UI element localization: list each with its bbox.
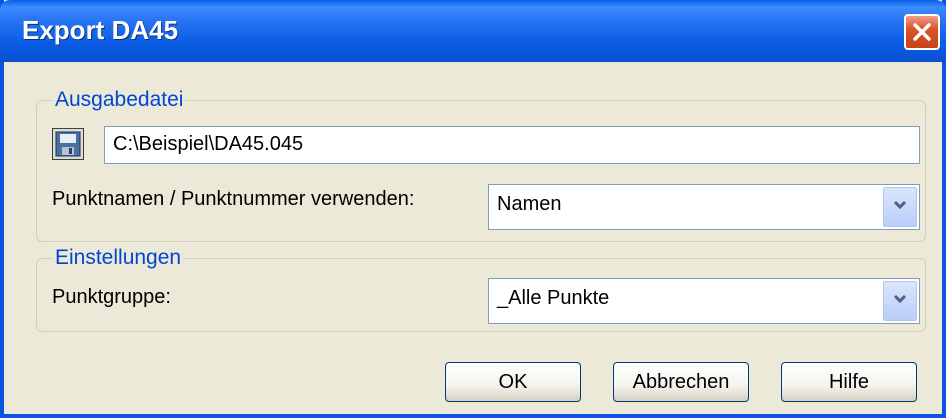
export-dialog: Export DA45 Ausgabedatei C:\Beispiel\DA4… [0,0,946,418]
name-number-label: Punktnamen / Punktnummer verwenden: [52,188,415,210]
chevron-down-icon [893,200,907,210]
point-group-dropdown-arrow[interactable] [883,281,917,321]
cancel-button[interactable]: Abbrechen [613,362,749,402]
save-disk-icon [55,131,81,157]
name-number-dropdown-arrow[interactable] [883,187,917,227]
settings-legend: Einstellungen [53,246,184,270]
chevron-down-icon [893,294,907,304]
close-icon [913,23,931,41]
ok-button[interactable]: OK [445,362,581,402]
browse-file-button[interactable] [52,128,84,160]
point-group-value: _Alle Punkte [497,287,610,309]
window-title: Export DA45 [22,15,179,45]
title-bar[interactable]: Export DA45 [0,0,946,62]
name-number-select[interactable]: Namen [488,184,920,230]
point-group-select[interactable]: _Alle Punkte [488,278,920,324]
help-button[interactable]: Hilfe [781,362,917,402]
file-path-input[interactable]: C:\Beispiel\DA45.045 [104,126,920,164]
point-group-label: Punktgruppe: [52,286,171,308]
output-file-legend: Ausgabedatei [53,88,186,112]
name-number-value: Namen [497,193,562,215]
close-button[interactable] [904,14,940,50]
